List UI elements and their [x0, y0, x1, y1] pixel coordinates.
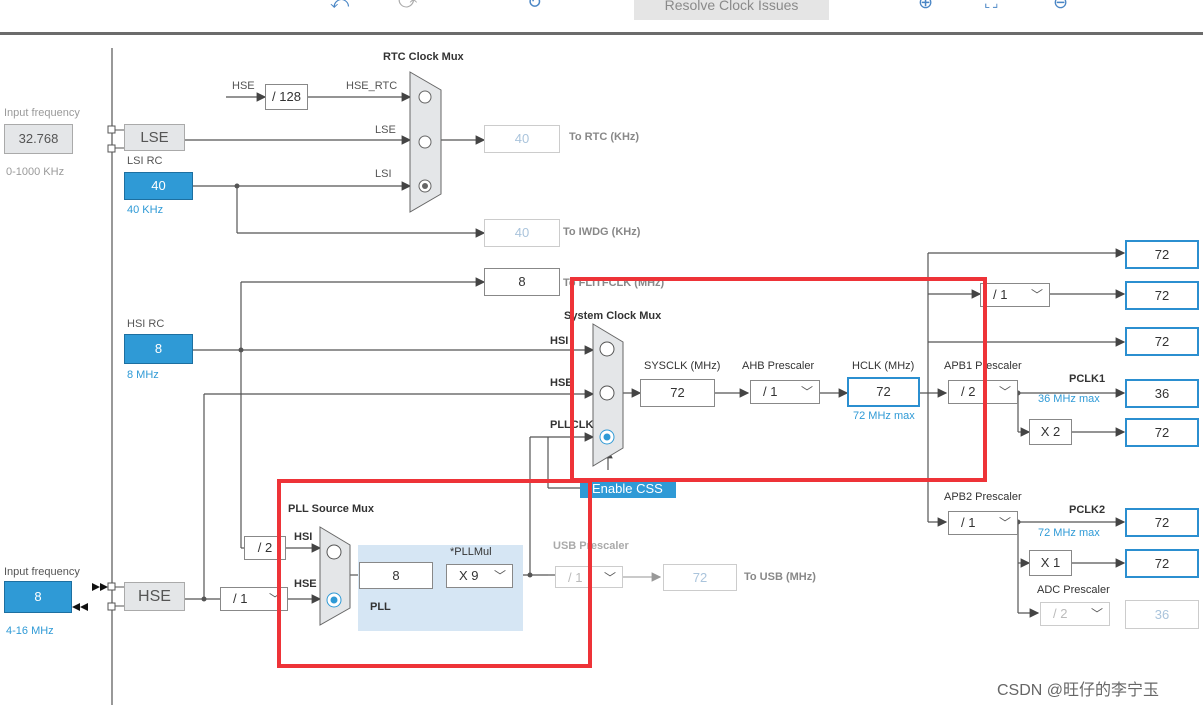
- hse-div128-box: / 128: [265, 84, 308, 110]
- lsi-rc-block[interactable]: 40: [124, 172, 193, 200]
- usb-output-field[interactable]: 72: [663, 564, 737, 591]
- rtc-hse-label: HSE: [232, 80, 255, 92]
- input-frequency-lse-label: Input frequency: [4, 107, 80, 119]
- chevron-down-icon: ﹀: [1030, 288, 1043, 302]
- cortex-timer-output[interactable]: 72: [1125, 281, 1199, 310]
- hse-range-label: 4-16 MHz: [6, 625, 54, 637]
- input-frequency-hse-label: Input frequency: [4, 566, 80, 578]
- lsi-frequency-label: 40 KHz: [127, 204, 164, 216]
- apb2-timer-multiplier: X 1: [1029, 550, 1072, 576]
- chevron-down-icon: ﹀: [1090, 607, 1103, 621]
- to-iwdg-label: To IWDG (KHz): [563, 226, 641, 238]
- pclk1-label: PCLK1: [1069, 373, 1106, 385]
- lse-block[interactable]: LSE: [124, 124, 185, 151]
- sysmux-hsi-label: HSI: [550, 335, 569, 347]
- apb2-timer-output[interactable]: 72: [1125, 549, 1199, 578]
- chevron-down-icon: ﹀: [998, 516, 1011, 530]
- highlight-system-clock-box: [570, 277, 987, 482]
- hsi-frequency-label: 8 MHz: [127, 369, 159, 381]
- hse-prediv-value: / 1: [233, 591, 248, 606]
- to-usb-label: To USB (MHz): [744, 571, 816, 583]
- rtc-clock-mux-title: RTC Clock Mux: [383, 51, 464, 63]
- hsi-rc-label: HSI RC: [127, 318, 165, 330]
- adc-prescaler-value: / 2: [1053, 606, 1068, 621]
- apb1-timer-output[interactable]: 72: [1125, 418, 1199, 447]
- adc-output[interactable]: 36: [1125, 600, 1199, 629]
- fclk-output[interactable]: 72: [1125, 327, 1199, 356]
- hclk-ahb-output[interactable]: 72: [1125, 240, 1199, 269]
- hse-rtc-label: HSE_RTC: [346, 80, 398, 92]
- to-rtc-label: To RTC (KHz): [569, 131, 640, 143]
- apb1-timer-multiplier: X 2: [1029, 419, 1072, 445]
- hsi-rc-block[interactable]: 8: [124, 334, 193, 364]
- cortex-timer-prescaler-select[interactable]: / 1 ﹀: [980, 283, 1050, 307]
- iwdg-output-field[interactable]: 40: [484, 219, 560, 247]
- apb2-prescaler-value: / 1: [961, 515, 976, 530]
- lse-input-frequency-field[interactable]: 32.768: [4, 124, 73, 154]
- apb2-prescaler-select[interactable]: / 1 ﹀: [948, 511, 1018, 535]
- flitfclk-output-field[interactable]: 8: [484, 268, 560, 296]
- apb2-peripheral-output[interactable]: 72: [1125, 508, 1199, 537]
- hse-input-frequency-field[interactable]: 8: [4, 581, 72, 613]
- highlight-pll-box: [277, 479, 592, 668]
- lse-range-label: 0-1000 KHz: [6, 166, 65, 178]
- pclk2-max-label: 72 MHz max: [1038, 527, 1100, 539]
- pclk1-max-label: 36 MHz max: [1038, 393, 1100, 405]
- adc-prescaler-label: ADC Prescaler: [1037, 584, 1110, 596]
- pclk2-label: PCLK2: [1069, 504, 1106, 516]
- adc-prescaler-select[interactable]: / 2 ﹀: [1040, 602, 1110, 626]
- apb1-peripheral-output[interactable]: 36: [1125, 379, 1199, 408]
- enable-css-button[interactable]: Enable CSS: [580, 480, 676, 498]
- rtc-lsi-label: LSI: [375, 168, 392, 180]
- apb2-prescaler-label: APB2 Prescaler: [944, 491, 1022, 503]
- chevron-down-icon: ﹀: [603, 571, 616, 585]
- cortex-timer-prescaler-value: / 1: [993, 287, 1008, 302]
- lsi-rc-label: LSI RC: [127, 155, 163, 167]
- chevron-down-icon: ﹀: [998, 385, 1011, 399]
- hse-block[interactable]: HSE: [124, 582, 185, 611]
- rtc-lse-label: LSE: [375, 124, 396, 136]
- watermark-text: CSDN @旺仔的李宁玉: [997, 682, 1160, 699]
- rtc-output-field[interactable]: 40: [484, 125, 560, 153]
